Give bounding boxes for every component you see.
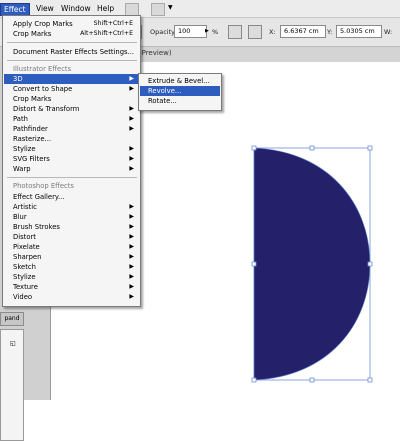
handle-bottom-middle — [309, 377, 315, 383]
expand-button[interactable]: pand — [0, 312, 24, 326]
opacity-field[interactable]: 100 — [174, 25, 207, 38]
submenu-arrow-icon: ▶ — [129, 223, 134, 230]
menu-item-stylize[interactable]: Stylize ▶ — [4, 144, 139, 154]
menu-item-warp[interactable]: Warp ▶ — [4, 164, 139, 174]
menu-section-photoshop-effects: Photoshop Effects — [13, 182, 74, 190]
y-position-field[interactable]: 5.0305 cm — [336, 25, 382, 38]
submenu-arrow-icon: ▶ — [129, 293, 134, 300]
handle-middle-right — [367, 261, 373, 267]
menu-item-video[interactable]: Video ▶ — [4, 292, 139, 302]
opacity-label: Opacity: — [150, 28, 177, 36]
reference-point-icon[interactable] — [248, 25, 262, 39]
submenu-item-rotate[interactable]: Rotate... — [140, 96, 220, 106]
submenu-item-revolve[interactable]: Revolve... — [140, 86, 220, 96]
menu-item-sharpen[interactable]: Sharpen ▶ — [4, 252, 139, 262]
menu-item-sketch[interactable]: Sketch ▶ — [4, 262, 139, 272]
submenu-item-extrude-bevel[interactable]: Extrude & Bevel... — [140, 76, 220, 86]
menu-separator — [7, 60, 137, 61]
menu-item-3d[interactable]: 3D ▶ — [4, 74, 139, 84]
x-position-field[interactable]: 6.6367 cm — [280, 25, 326, 38]
menu-item-stylize-ps[interactable]: Stylize ▶ — [4, 272, 139, 282]
menu-item-rasterize[interactable]: Rasterize... — [4, 134, 139, 144]
menu-item-blur[interactable]: Blur ▶ — [4, 212, 139, 222]
submenu-arrow-icon: ▶ — [129, 75, 134, 82]
panel-cursor-icon: ◱ — [10, 340, 16, 347]
menu-separator — [7, 177, 137, 178]
submenu-arrow-icon: ▶ — [129, 243, 134, 250]
menu-item-crop-marks-effect[interactable]: Crop Marks — [4, 94, 139, 104]
submenu-arrow-icon: ▶ — [129, 115, 134, 122]
panel-body: ◱ — [0, 329, 24, 441]
menu-window[interactable]: Window — [58, 3, 94, 14]
menu-section-illustrator-effects: Illustrator Effects — [13, 65, 72, 73]
submenu-arrow-icon: ▶ — [129, 273, 134, 280]
handle-top-right — [367, 145, 373, 151]
shape-path — [253, 147, 371, 381]
submenu-arrow-icon: ▶ — [129, 145, 134, 152]
menu-separator — [7, 42, 137, 43]
align-icon[interactable] — [228, 25, 242, 39]
submenu-arrow-icon: ▶ — [129, 233, 134, 240]
handle-top-middle — [309, 145, 315, 151]
submenu-arrow-icon: ▶ — [129, 105, 134, 112]
menu-view[interactable]: View — [33, 3, 57, 14]
effect-menu-dropdown: Apply Crop Marks Shift+Ctrl+E Crop Marks… — [2, 15, 141, 307]
menu-item-texture[interactable]: Texture ▶ — [4, 282, 139, 292]
x-label: X: — [269, 28, 276, 36]
w-label: W: — [384, 28, 393, 36]
submenu-arrow-icon: ▶ — [129, 213, 134, 220]
selected-shape-group[interactable] — [248, 143, 378, 387]
arrange-documents-icon[interactable] — [151, 3, 165, 16]
menu-help[interactable]: Help — [94, 3, 117, 14]
submenu-3d: Extrude & Bevel... Revolve... Rotate... — [138, 73, 222, 111]
menu-item-distort-transform[interactable]: Distort & Transform ▶ — [4, 104, 139, 114]
opacity-unit: % — [212, 28, 219, 36]
handle-bottom-left — [251, 377, 257, 383]
handle-top-left — [251, 145, 257, 151]
y-label: Y: — [327, 28, 333, 36]
menu-item-effect-gallery[interactable]: Effect Gallery... — [4, 192, 139, 202]
submenu-arrow-icon: ▶ — [129, 283, 134, 290]
menu-item-apply-crop-marks[interactable]: Apply Crop Marks Shift+Ctrl+E — [4, 19, 139, 29]
submenu-arrow-icon: ▶ — [129, 165, 134, 172]
menu-item-artistic[interactable]: Artistic ▶ — [4, 202, 139, 212]
submenu-arrow-icon: ▶ — [129, 85, 134, 92]
menu-item-crop-marks[interactable]: Crop Marks Alt+Shift+Ctrl+E — [4, 29, 139, 39]
opacity-dropdown-icon[interactable]: ▶ — [205, 28, 209, 34]
handle-bottom-right — [367, 377, 373, 383]
menu-item-pathfinder[interactable]: Pathfinder ▶ — [4, 124, 139, 134]
submenu-arrow-icon: ▶ — [129, 155, 134, 162]
half-circle-shape[interactable] — [248, 143, 378, 385]
submenu-arrow-icon: ▶ — [129, 125, 134, 132]
chevron-down-icon[interactable]: ▼ — [168, 4, 173, 11]
menu-item-svg-filters[interactable]: SVG Filters ▶ — [4, 154, 139, 164]
menu-item-distort[interactable]: Distort ▶ — [4, 232, 139, 242]
submenu-arrow-icon: ▶ — [129, 263, 134, 270]
menu-item-pixelate[interactable]: Pixelate ▶ — [4, 242, 139, 252]
menu-item-convert-to-shape[interactable]: Convert to Shape ▶ — [4, 84, 139, 94]
handle-middle-left — [251, 261, 257, 267]
menu-item-path[interactable]: Path ▶ — [4, 114, 139, 124]
menu-item-brush-strokes[interactable]: Brush Strokes ▶ — [4, 222, 139, 232]
submenu-arrow-icon: ▶ — [129, 203, 134, 210]
menu-item-document-raster-settings[interactable]: Document Raster Effects Settings... — [4, 47, 139, 57]
submenu-arrow-icon: ▶ — [129, 253, 134, 260]
